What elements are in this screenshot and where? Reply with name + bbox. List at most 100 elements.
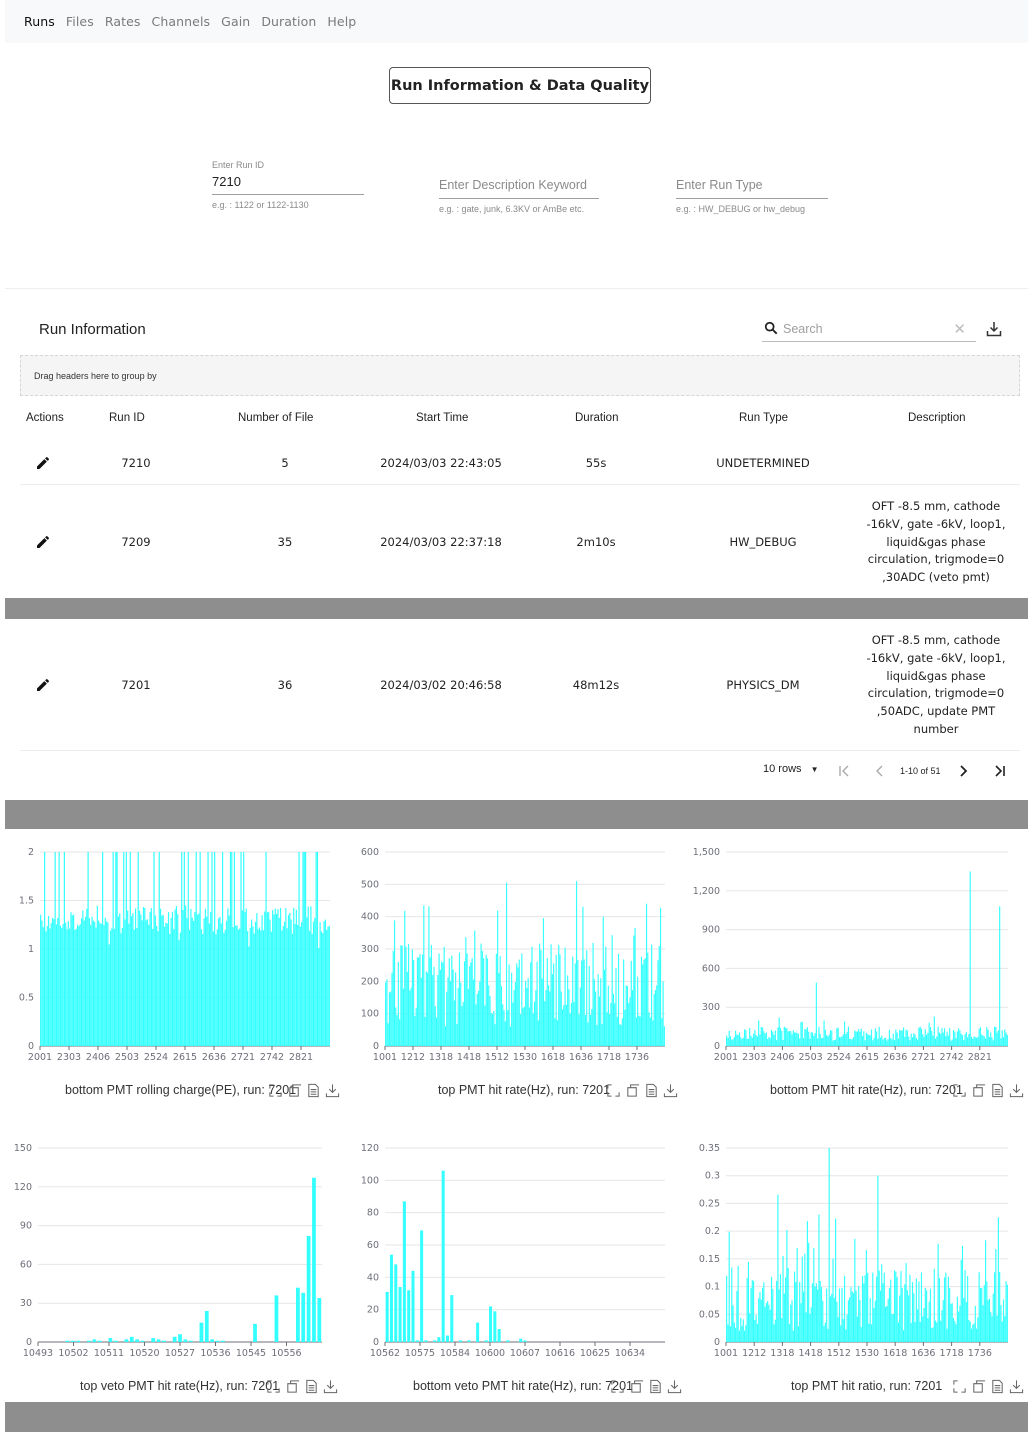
bar[interactable] [136, 928, 138, 1046]
bar[interactable] [891, 1314, 893, 1342]
bar[interactable] [877, 1038, 879, 1046]
bar[interactable] [282, 926, 284, 1046]
bar[interactable] [941, 1310, 943, 1342]
bar[interactable] [312, 1177, 316, 1342]
bar[interactable] [286, 928, 288, 1046]
bar[interactable] [274, 1295, 279, 1342]
bar[interactable] [800, 1022, 802, 1046]
bar[interactable] [828, 1148, 830, 1342]
bar-chart-1[interactable]: 0 0.5 1 1.5 2 2001 2303 2406 2503 2524 2615 2636 272… [8, 840, 338, 1068]
bar[interactable] [560, 991, 562, 1046]
bar[interactable] [765, 1032, 767, 1046]
bar[interactable] [850, 1287, 852, 1342]
bar[interactable] [814, 1286, 816, 1342]
bar[interactable] [424, 1016, 426, 1046]
bar[interactable] [190, 909, 192, 1046]
bar[interactable] [527, 978, 529, 1046]
bar[interactable] [396, 1015, 398, 1046]
bar[interactable] [969, 871, 971, 1046]
save-image-icon[interactable] [663, 1083, 678, 1098]
bar[interactable] [797, 1326, 799, 1342]
bar[interactable] [967, 1037, 969, 1046]
bar[interactable] [253, 933, 255, 1046]
bar[interactable] [837, 1027, 839, 1046]
bar[interactable] [997, 1030, 999, 1046]
last-page-icon[interactable] [993, 764, 1007, 778]
bar[interactable] [588, 965, 590, 1046]
bar[interactable] [438, 953, 440, 1046]
bar[interactable] [856, 1316, 858, 1342]
bar[interactable] [210, 1339, 215, 1342]
bar[interactable] [732, 1305, 734, 1342]
bar[interactable] [810, 1307, 812, 1342]
bar[interactable] [905, 1029, 907, 1046]
bar[interactable] [462, 1002, 464, 1046]
bar[interactable] [103, 925, 105, 1046]
bar[interactable] [582, 906, 584, 1046]
bar[interactable] [156, 925, 158, 1046]
bar[interactable] [852, 1037, 855, 1046]
bar[interactable] [69, 928, 71, 1046]
bar[interactable] [74, 929, 76, 1046]
reset-zoom-icon[interactable] [287, 1083, 302, 1098]
bar[interactable] [892, 1033, 894, 1046]
bar[interactable] [935, 1320, 937, 1342]
bar[interactable] [917, 1309, 919, 1342]
bar[interactable] [876, 1276, 878, 1342]
bar[interactable] [441, 961, 443, 1046]
bar[interactable] [891, 1039, 893, 1046]
bar[interactable] [843, 1275, 846, 1342]
bar[interactable] [1001, 1321, 1003, 1342]
bar[interactable] [393, 920, 396, 1046]
bar[interactable] [849, 1297, 851, 1342]
bar[interactable] [402, 988, 405, 1046]
bar[interactable] [287, 915, 290, 1046]
bar[interactable] [736, 1291, 738, 1342]
bar[interactable] [165, 922, 167, 1046]
data-view-icon[interactable] [990, 1379, 1005, 1394]
bar[interactable] [955, 1324, 957, 1342]
bar[interactable] [888, 1288, 891, 1342]
description-input[interactable]: Enter Description Keyword [439, 178, 599, 196]
bar[interactable] [890, 1279, 892, 1342]
bar[interactable] [595, 991, 597, 1046]
bar[interactable] [102, 852, 104, 1046]
bar[interactable] [186, 918, 188, 1046]
data-view-icon[interactable] [306, 1083, 321, 1098]
bar[interactable] [319, 922, 321, 1046]
bar[interactable] [741, 1039, 743, 1046]
bar[interactable] [820, 1038, 823, 1046]
bar[interactable] [476, 1322, 480, 1342]
bar[interactable] [908, 1036, 910, 1046]
bar[interactable] [428, 906, 430, 1046]
bar[interactable] [863, 1283, 865, 1342]
run-type-field[interactable]: Enter Run Type e.g. : HW_DEBUG or hw_deb… [676, 178, 828, 214]
bar[interactable] [882, 1039, 884, 1046]
bar[interactable] [764, 1033, 766, 1046]
zoom-icon[interactable] [606, 1083, 621, 1098]
bar[interactable] [227, 908, 229, 1046]
bar[interactable] [495, 953, 497, 1046]
bar[interactable] [906, 1030, 908, 1046]
bar[interactable] [896, 1032, 898, 1046]
bar[interactable] [806, 1027, 808, 1046]
bar[interactable] [521, 953, 523, 1046]
bar[interactable] [274, 908, 276, 1046]
bar[interactable] [786, 1230, 788, 1342]
bar[interactable] [1000, 1305, 1002, 1342]
bar[interactable] [277, 909, 279, 1046]
bar[interactable] [409, 990, 411, 1046]
bar[interactable] [954, 1321, 956, 1342]
bar[interactable] [983, 1285, 985, 1342]
bar[interactable] [801, 1256, 803, 1342]
next-page-icon[interactable] [956, 764, 970, 778]
nav-gain[interactable]: Gain [221, 14, 250, 29]
bar[interactable] [752, 1280, 755, 1342]
bar[interactable] [774, 1030, 776, 1046]
bar[interactable] [174, 909, 176, 1046]
bar[interactable] [132, 913, 134, 1046]
bar[interactable] [55, 924, 58, 1046]
bar[interactable] [158, 852, 160, 1046]
bar[interactable] [53, 919, 55, 1046]
bar[interactable] [513, 990, 515, 1046]
